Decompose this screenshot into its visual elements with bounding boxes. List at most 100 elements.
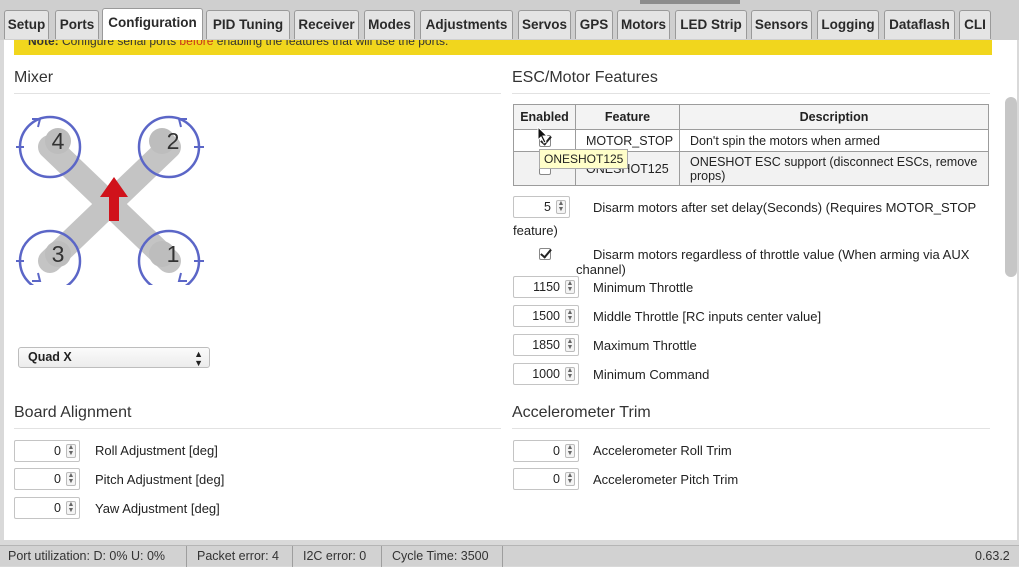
acc-pitch-trim-value: 0 (553, 472, 560, 486)
header-feature: Feature (575, 104, 680, 130)
ports-note: Note: Configure serial ports before enab… (14, 40, 992, 55)
packet-error: Packet error: 4 (197, 549, 279, 563)
board-divider (14, 428, 501, 429)
spinner-icon[interactable]: ▲ ▼ (66, 501, 76, 515)
max-throttle-label: Maximum Throttle (593, 338, 697, 353)
esc-divider (512, 93, 990, 94)
header-description: Description (679, 104, 989, 130)
acc-pitch-trim-input[interactable]: 0 ▲ ▼ (513, 468, 579, 490)
max-throttle-input[interactable]: 1850 ▲ ▼ (513, 334, 579, 356)
spinner-icon[interactable]: ▲ ▼ (565, 280, 575, 294)
vertical-scrollbar[interactable] (1005, 97, 1017, 277)
mid-throttle-input[interactable]: 1500 ▲ ▼ (513, 305, 579, 327)
mouse-cursor-icon (537, 126, 549, 144)
disarm-throttle-label-cont: channel) (576, 262, 626, 277)
max-throttle-value: 1850 (532, 338, 560, 352)
cycle-time: Cycle Time: 3500 (392, 549, 489, 563)
quad-x-diagram: 4 2 3 1 (16, 115, 204, 285)
mixer-title: Mixer (14, 69, 54, 86)
feature-description: Don't spin the motors when armed (679, 129, 989, 152)
features-table: Enabled Feature Description MOTOR_STOP D… (513, 104, 989, 186)
spinner-icon[interactable]: ▲ ▼ (556, 200, 566, 214)
mixer-divider (14, 93, 501, 94)
pitch-adjustment-value: 0 (54, 472, 61, 486)
pitch-adjustment-label: Pitch Adjustment [deg] (95, 472, 225, 487)
feature-description: ONESHOT ESC support (disconnect ESCs, re… (679, 151, 989, 186)
mid-throttle-label: Middle Throttle [RC inputs center value] (593, 309, 822, 324)
tab-dataflash[interactable]: Dataflash (884, 10, 955, 39)
features-header-row: Enabled Feature Description (513, 104, 989, 130)
roll-adjustment-label: Roll Adjustment [deg] (95, 443, 218, 458)
motor-number-1: 1 (167, 241, 180, 267)
acc-divider (512, 428, 990, 429)
disarm-delay-input[interactable]: 5 ▲ ▼ (513, 196, 570, 218)
yaw-adjustment-value: 0 (54, 501, 61, 515)
board-alignment-title: Board Alignment (14, 404, 132, 421)
tab-logging[interactable]: Logging (817, 10, 879, 39)
accelerometer-trim-title: Accelerometer Trim (512, 404, 651, 421)
roll-adjustment-input[interactable]: 0 ▲ ▼ (14, 440, 80, 462)
roll-adjustment-value: 0 (54, 444, 61, 458)
min-command-input[interactable]: 1000 ▲ ▼ (513, 363, 579, 385)
tab-bar: Setup Ports Configuration PID Tuning Rec… (0, 0, 1019, 41)
disarm-delay-value: 5 (544, 200, 551, 214)
note-text: Configure serial ports (62, 40, 177, 48)
tab-configuration[interactable]: Configuration (102, 8, 203, 41)
min-throttle-input[interactable]: 1150 ▲ ▼ (513, 276, 579, 298)
status-separator (292, 546, 293, 567)
tab-receiver[interactable]: Receiver (294, 10, 359, 39)
note-text-end: enabling the features that will use the … (216, 40, 449, 48)
tab-setup[interactable]: Setup (4, 10, 49, 39)
acc-pitch-trim-label: Accelerometer Pitch Trim (593, 472, 739, 487)
min-command-value: 1000 (532, 367, 560, 381)
pitch-adjustment-input[interactable]: 0 ▲ ▼ (14, 468, 80, 490)
spinner-icon[interactable]: ▲ ▼ (565, 367, 575, 381)
min-throttle-value: 1150 (533, 280, 560, 294)
tab-adjustments[interactable]: Adjustments (420, 10, 513, 39)
yaw-adjustment-input[interactable]: 0 ▲ ▼ (14, 497, 80, 519)
motor-number-4: 4 (52, 128, 65, 154)
note-prefix: Note: (28, 40, 59, 48)
yaw-adjustment-label: Yaw Adjustment [deg] (95, 501, 220, 516)
tab-led-strip[interactable]: LED Strip (675, 10, 747, 39)
spinner-icon[interactable]: ▲ ▼ (565, 338, 575, 352)
spinner-icon[interactable]: ▲ ▼ (66, 472, 76, 486)
tab-motors[interactable]: Motors (617, 10, 670, 39)
version: 0.63.2 (975, 549, 1010, 563)
tab-ports[interactable]: Ports (55, 10, 99, 39)
status-separator (186, 546, 187, 567)
select-arrows-icon: ▲ ▼ (194, 349, 203, 368)
esc-title: ESC/Motor Features (512, 69, 658, 86)
mixer-select[interactable]: Quad X ▲ ▼ (18, 347, 210, 368)
tab-sensors[interactable]: Sensors (751, 10, 812, 39)
acc-roll-trim-value: 0 (553, 444, 560, 458)
disarm-delay-label: Disarm motors after set delay(Seconds) (… (593, 200, 977, 215)
i2c-error: I2C error: 0 (303, 549, 367, 563)
tab-cli[interactable]: CLI (959, 10, 991, 39)
disarm-throttle-checkbox[interactable] (539, 248, 551, 260)
tab-bar-edge (640, 0, 740, 4)
configuration-panel: Note: Configure serial ports before enab… (4, 40, 1017, 540)
disarm-delay-label-cont: feature) (513, 223, 558, 238)
tab-pid-tuning[interactable]: PID Tuning (206, 10, 290, 39)
spinner-icon[interactable]: ▲ ▼ (66, 444, 76, 458)
port-utilization: Port utilization: D: 0% U: 0% (8, 549, 166, 563)
acc-roll-trim-input[interactable]: 0 ▲ ▼ (513, 440, 579, 462)
spinner-icon[interactable]: ▲ ▼ (565, 309, 575, 323)
spinner-icon[interactable]: ▲ ▼ (565, 444, 575, 458)
status-bar: Port utilization: D: 0% U: 0% Packet err… (0, 545, 1019, 567)
feature-tooltip: ONESHOT125 (539, 149, 629, 169)
min-throttle-label: Minimum Throttle (593, 280, 694, 295)
mixer-selected-value: Quad X (28, 350, 72, 364)
disarm-throttle-label: Disarm motors regardless of throttle val… (593, 247, 970, 262)
note-highlight: before (179, 40, 214, 48)
tab-gps[interactable]: GPS (575, 10, 613, 39)
status-separator (502, 546, 503, 567)
min-command-label: Minimum Command (593, 367, 710, 382)
motor-number-3: 3 (52, 241, 65, 267)
status-separator (381, 546, 382, 567)
tab-modes[interactable]: Modes (364, 10, 415, 39)
tab-servos[interactable]: Servos (518, 10, 571, 39)
spinner-icon[interactable]: ▲ ▼ (565, 472, 575, 486)
motor-number-2: 2 (167, 128, 180, 154)
